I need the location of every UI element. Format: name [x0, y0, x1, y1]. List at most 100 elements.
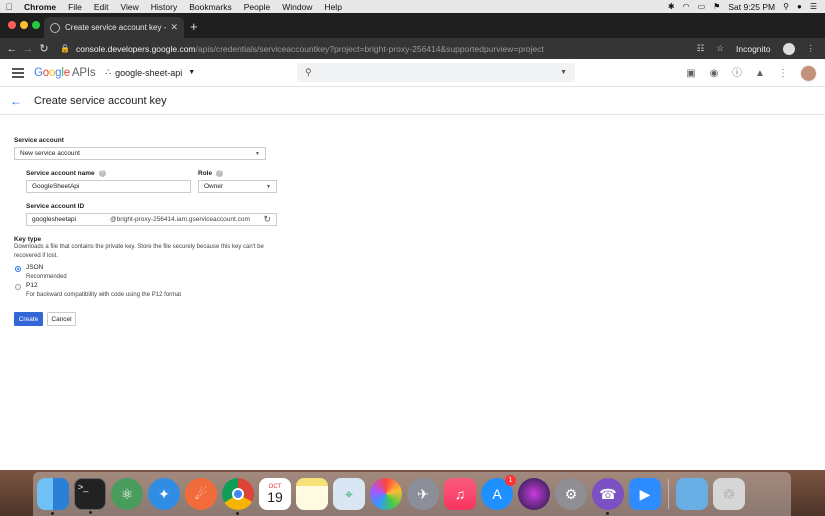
address-bar[interactable]: console.developers.google.com/apis/crede… — [76, 44, 544, 54]
search-dropdown-icon[interactable]: ▼ — [560, 69, 567, 76]
account-id-label: Service account ID — [26, 203, 85, 210]
calendar-day: 19 — [267, 489, 283, 505]
feedback-icon[interactable]: ◉ — [708, 68, 720, 80]
google-apis-logo[interactable]: Google APIs — [34, 67, 96, 79]
menu-people[interactable]: People — [238, 2, 276, 12]
new-tab-button[interactable]: + — [190, 19, 198, 34]
menu-help[interactable]: Help — [318, 2, 347, 12]
user-avatar[interactable] — [800, 65, 817, 82]
notes-icon[interactable] — [296, 478, 328, 510]
incognito-icon[interactable] — [782, 42, 795, 55]
translate-icon[interactable]: ☷ — [697, 43, 705, 54]
key-type-description: Downloads a file that contains the priva… — [14, 244, 264, 259]
zoom-window-button[interactable] — [32, 21, 40, 29]
page-title: Create service account key — [34, 94, 167, 107]
refresh-icon[interactable]: ↻ — [263, 214, 271, 225]
forward-button[interactable]: → — [20, 43, 36, 55]
postman-icon[interactable]: ☄ — [185, 478, 217, 510]
radio-p12[interactable] — [15, 284, 21, 290]
back-button[interactable]: ← — [4, 43, 20, 55]
help-icon[interactable]: ? — [98, 170, 106, 177]
tab-strip: Create service account key - ✕ + — [0, 13, 825, 38]
wifi-icon[interactable]: ◠ — [683, 2, 690, 11]
flag-icon[interactable]: ⚑ — [713, 2, 720, 11]
chevron-down-icon: ▼ — [255, 150, 260, 157]
launchpad-icon[interactable]: ✈ — [407, 478, 439, 510]
radio-p12-desc: For backward compatibility with code usi… — [26, 292, 182, 298]
create-button[interactable]: Create — [14, 312, 43, 326]
trash-icon[interactable]: ♲ — [713, 478, 745, 510]
photos-icon[interactable] — [370, 478, 402, 510]
terminal-icon[interactable]: >_ — [74, 478, 106, 514]
siri-icon[interactable] — [518, 478, 550, 510]
notifications-bell-icon[interactable]: ▲ — [754, 68, 766, 80]
chrome-icon[interactable] — [222, 478, 254, 515]
chrome-menu-icon[interactable]: ⋮ — [807, 43, 816, 54]
radio-p12-label[interactable]: P12 — [26, 282, 38, 289]
role-value: Owner — [204, 183, 224, 190]
spotlight-icon[interactable]: ⚲ — [783, 2, 789, 11]
menu-window[interactable]: Window — [276, 2, 318, 12]
close-window-button[interactable] — [8, 21, 16, 29]
calendar-icon[interactable]: OCT 19 — [259, 478, 291, 510]
incognito-label[interactable]: Incognito — [736, 44, 771, 54]
account-id-suffix: @bright-proxy-256414.iam.gserviceaccount… — [110, 216, 250, 223]
menu-edit[interactable]: Edit — [88, 2, 115, 12]
browser-toolbar: ← → ↻ 🔒 console.developers.google.com/ap… — [0, 38, 825, 59]
zoom-icon[interactable]: ▶ — [629, 478, 661, 510]
app-store-icon[interactable]: A1 — [481, 475, 516, 510]
back-arrow-icon[interactable]: ← — [10, 94, 22, 108]
reload-button[interactable]: ↻ — [36, 42, 52, 55]
menu-file[interactable]: File — [62, 2, 88, 12]
desktop-background: >_ ⚛ ✦ ☄ OCT 19 ⌖ ✈ ♫ A1 ⚙ ☎ ▶ ♲ — [0, 470, 825, 516]
account-id-value: googlesheetapi — [32, 216, 77, 223]
system-preferences-icon[interactable]: ⚙ — [555, 478, 587, 510]
bookmark-star-icon[interactable]: ☆ — [716, 43, 724, 54]
menu-chrome[interactable]: Chrome — [18, 2, 62, 12]
account-name-label-text: Service account name — [26, 170, 95, 177]
role-select[interactable]: Owner ▼ — [198, 180, 277, 193]
menubar-clock[interactable]: Sat 9:25 PM — [728, 2, 775, 12]
project-selector[interactable]: ∴ google-sheet-api ▼ — [105, 67, 195, 78]
safari-icon[interactable]: ✦ — [148, 478, 180, 510]
menu-history[interactable]: History — [145, 2, 183, 12]
service-account-label: Service account — [14, 137, 64, 144]
minimize-window-button[interactable] — [20, 21, 28, 29]
radio-json-desc: Recommended — [26, 274, 67, 280]
viber-icon[interactable]: ☎ — [592, 478, 624, 515]
macos-dock: >_ ⚛ ✦ ☄ OCT 19 ⌖ ✈ ♫ A1 ⚙ ☎ ▶ ♲ — [33, 472, 791, 516]
account-name-label: Service account name ? — [26, 170, 106, 177]
gift-icon[interactable]: ▣ — [685, 68, 697, 80]
notification-center-icon[interactable]: ☰ — [810, 2, 817, 11]
lock-icon[interactable]: 🔒 — [60, 44, 70, 53]
preview-icon[interactable]: ⌖ — [333, 478, 365, 510]
app-store-badge: 1 — [505, 475, 516, 486]
macos-menubar:  Chrome File Edit View History Bookmark… — [0, 0, 825, 13]
project-name: google-sheet-api — [115, 67, 183, 78]
hamburger-menu-icon[interactable] — [12, 68, 24, 78]
menu-bookmarks[interactable]: Bookmarks — [183, 2, 238, 12]
cancel-button[interactable]: Cancel — [47, 312, 76, 326]
radio-json[interactable] — [15, 266, 21, 272]
downloads-folder-icon[interactable] — [676, 478, 708, 510]
bluetooth-icon[interactable]: ✱ — [668, 2, 675, 11]
battery-icon[interactable]: ▭ — [698, 2, 706, 11]
tab-close-icon[interactable]: ✕ — [170, 22, 178, 33]
tab-active[interactable]: Create service account key - ✕ — [44, 17, 184, 38]
help-icon[interactable]: ⓘ — [731, 68, 743, 80]
console-header: Google APIs ∴ google-sheet-api ▼ ⚲ ▼ ▣ ◉ … — [0, 59, 825, 87]
role-label-text: Role — [198, 170, 213, 177]
radio-json-label[interactable]: JSON — [26, 264, 43, 271]
account-id-input[interactable]: googlesheetapi @bright-proxy-256414.iam.… — [26, 213, 277, 226]
apple-icon[interactable]:  — [0, 2, 18, 12]
help-icon[interactable]: ? — [216, 170, 224, 177]
siri-icon[interactable]: ● — [797, 2, 802, 11]
service-account-select[interactable]: New service account ▼ — [14, 147, 266, 160]
finder-icon[interactable] — [37, 478, 69, 515]
account-name-input[interactable]: GoogleSheetApi — [26, 180, 191, 193]
more-vert-icon[interactable]: ⋮ — [777, 68, 789, 80]
menu-view[interactable]: View — [114, 2, 144, 12]
search-input[interactable]: ⚲ ▼ — [297, 63, 575, 82]
atom-icon[interactable]: ⚛ — [111, 478, 143, 510]
music-icon[interactable]: ♫ — [444, 478, 476, 510]
